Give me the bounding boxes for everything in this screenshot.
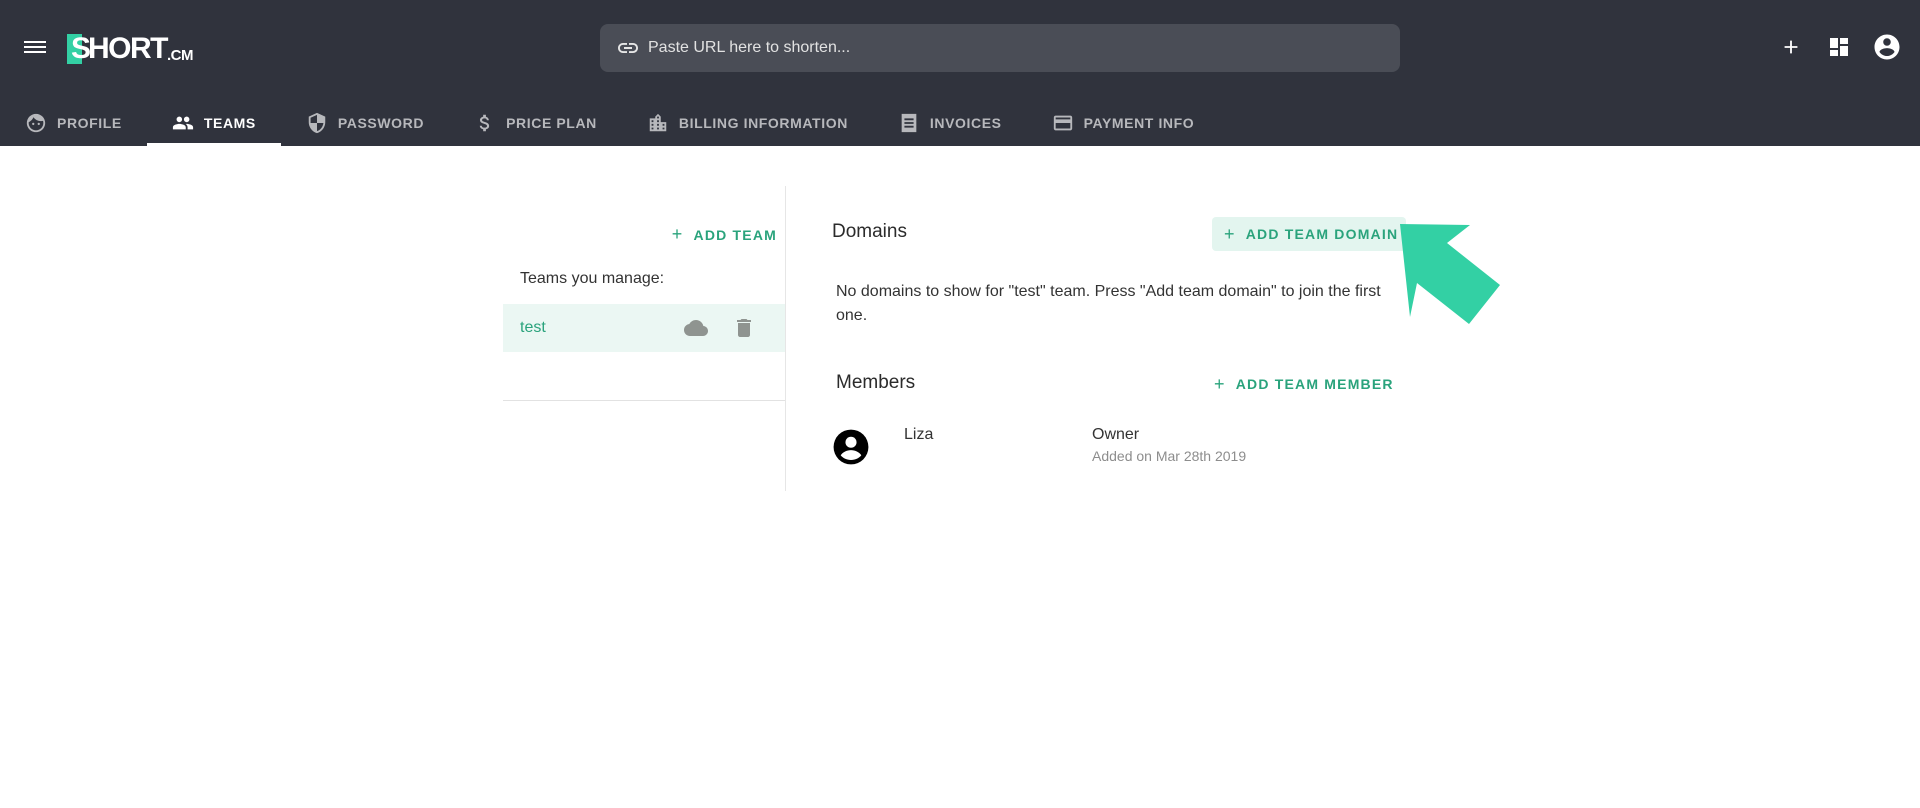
plus-icon: + (671, 224, 684, 244)
logo-suffix: .CM (167, 47, 194, 64)
link-icon (618, 43, 638, 53)
avatar-icon (833, 429, 869, 465)
team-row[interactable]: test (503, 304, 785, 352)
member-name: Liza (904, 426, 934, 443)
face-icon (26, 113, 46, 133)
member-row: Liza Owner Added on Mar 28th 2019 (832, 426, 1392, 470)
domains-title: Domains (832, 221, 907, 242)
plus-icon: + (1214, 373, 1226, 394)
tab-payment-info[interactable]: PAYMENT INFO (1027, 100, 1220, 146)
shield-icon (308, 112, 326, 134)
menu-icon[interactable] (24, 38, 46, 58)
logo-text: HORT (88, 32, 169, 65)
people-icon (172, 116, 193, 130)
add-team-button[interactable]: + ADD TEAM (672, 224, 777, 245)
members-title: Members (836, 372, 916, 393)
plus-icon: + (1224, 223, 1236, 244)
tab-billing-information[interactable]: BILLING INFORMATION (622, 100, 873, 146)
team-name: test (520, 319, 546, 336)
add-team-domain-button[interactable]: + ADD TEAM DOMAIN (1212, 217, 1407, 251)
settings-tabs: PROFILE TEAMS PASSWORD PRICE PLAN BILLIN… (0, 100, 1219, 146)
logo[interactable]: S HORT .CM (67, 30, 194, 65)
teams-you-manage-label: Teams you manage: (520, 270, 665, 287)
logo-mark: S (67, 34, 91, 64)
dashboard-icon[interactable] (1824, 32, 1854, 62)
add-team-member-button[interactable]: + ADD TEAM MEMBER (1214, 372, 1394, 396)
tab-price-plan[interactable]: PRICE PLAN (449, 100, 622, 146)
member-role: Owner (1092, 426, 1140, 443)
no-domains-message: No domains to show for "test" team. Pres… (836, 283, 1381, 324)
add-icon[interactable] (1776, 32, 1806, 62)
building-icon (649, 113, 667, 132)
tab-password[interactable]: PASSWORD (281, 100, 449, 146)
vertical-divider (785, 186, 786, 491)
account-icon[interactable] (1872, 32, 1902, 62)
delete-icon[interactable] (732, 316, 756, 340)
cloud-icon[interactable] (684, 316, 708, 340)
tab-teams[interactable]: TEAMS (146, 100, 281, 146)
tab-invoices[interactable]: INVOICES (873, 100, 1027, 146)
member-added-date: Added on Mar 28th 2019 (1092, 448, 1247, 464)
dollar-icon (479, 114, 490, 132)
shorten-url-field[interactable] (600, 24, 1400, 72)
top-bar: S HORT .CM PROFILE TEAMS PASSWORD (0, 0, 1920, 146)
tab-profile[interactable]: PROFILE (0, 100, 147, 146)
shorten-url-input[interactable] (648, 39, 1348, 57)
divider (503, 400, 785, 401)
pointer-arrow-annotation (1400, 224, 1500, 324)
credit-card-icon (1053, 115, 1072, 131)
receipt-icon (901, 113, 917, 133)
